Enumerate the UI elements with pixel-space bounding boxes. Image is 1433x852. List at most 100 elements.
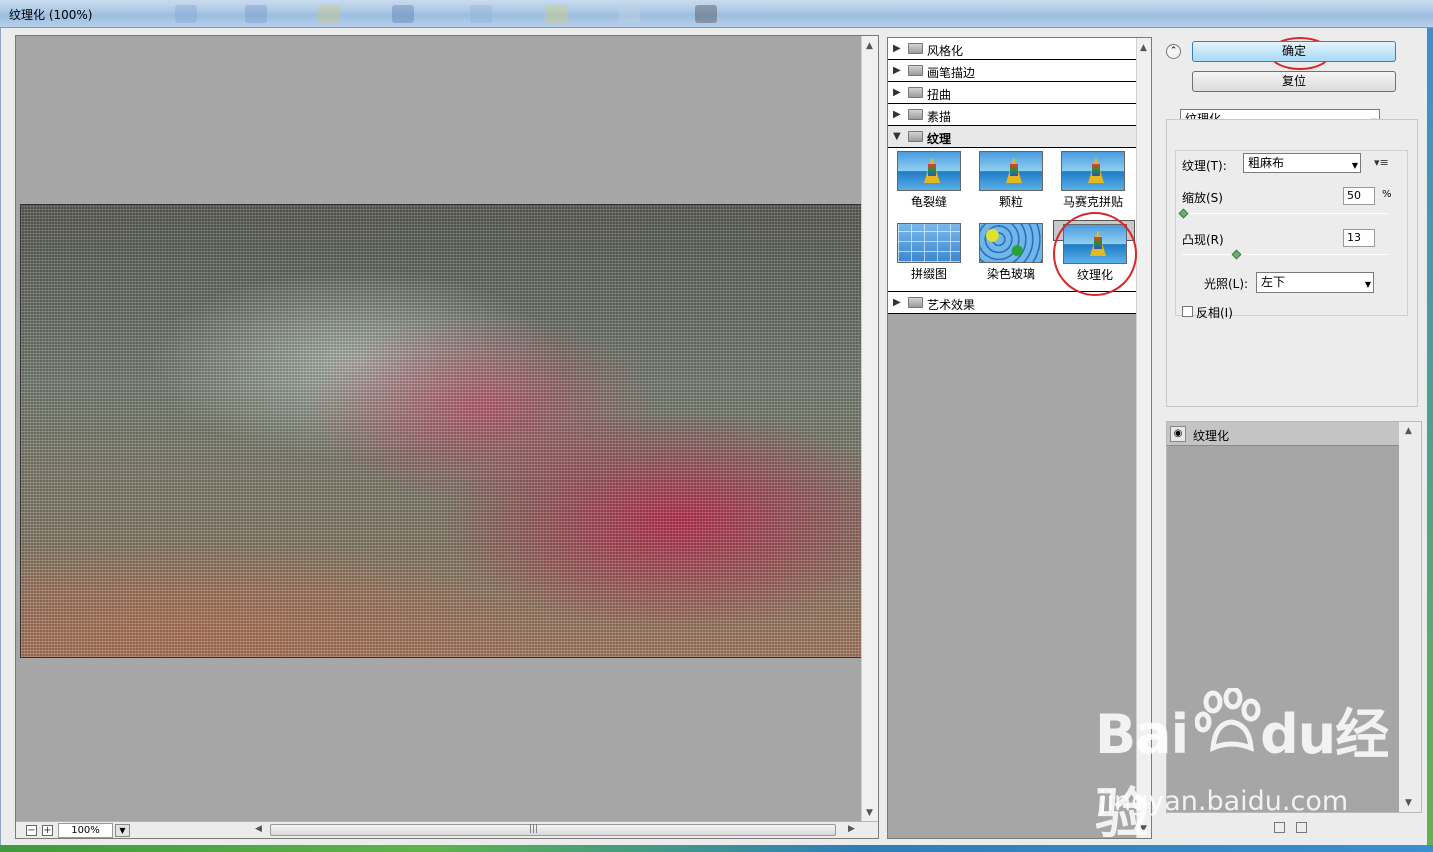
taskbar-ghost-icon xyxy=(695,5,717,23)
preview-panel: ▲ ▼ − + 100% ▼ ◀ ||| ▶ xyxy=(15,35,879,839)
taskbar-ghost-icon xyxy=(545,5,567,23)
scroll-down-icon[interactable]: ▼ xyxy=(1405,798,1412,808)
desktop-edge xyxy=(1427,28,1433,848)
taskbar-ghost-icon xyxy=(245,5,267,23)
relief-slider[interactable] xyxy=(1182,254,1387,255)
filter-thumbnail xyxy=(979,223,1043,263)
category-label: 画笔描边 xyxy=(927,66,976,80)
category-label: 纹理 xyxy=(927,132,952,146)
zoom-out-button[interactable]: − xyxy=(26,825,37,836)
preview-horizontal-scrollbar[interactable]: ◀ ||| ▶ xyxy=(253,824,859,837)
chevron-down-icon: ▼ xyxy=(1351,161,1358,170)
preview-status-bar: − + 100% ▼ ◀ ||| ▶ xyxy=(16,821,878,838)
filter-thumbnail xyxy=(897,223,961,263)
reset-button[interactable]: 复位 xyxy=(1192,71,1396,92)
texture-select-value: 粗麻布 xyxy=(1248,156,1285,170)
filter-category-list: ▶ 风格化 ▶ 画笔描边 ▶ 扭曲 ▶ 素描 ▼ 纹理 龟裂缝 颗粒 马赛克拼贴… xyxy=(888,38,1136,314)
texture-select[interactable]: 粗麻布 ▼ xyxy=(1243,153,1361,173)
light-label: 光照(L): xyxy=(1204,277,1249,291)
category-stylize[interactable]: ▶ 风格化 xyxy=(888,38,1136,60)
relief-slider-thumb[interactable] xyxy=(1231,249,1242,260)
taskbar-ghost-icon xyxy=(175,5,197,23)
folder-icon xyxy=(908,109,923,120)
category-texture[interactable]: ▼ 纹理 xyxy=(888,126,1136,148)
expand-arrow-icon[interactable]: ▶ xyxy=(893,87,901,98)
scale-slider-thumb[interactable] xyxy=(1178,208,1189,219)
category-artistic[interactable]: ▶ 艺术效果 xyxy=(888,292,1136,314)
scroll-up-icon[interactable]: ▲ xyxy=(1405,426,1412,436)
collapse-gallery-icon[interactable]: ⌃ xyxy=(1166,44,1181,59)
category-label: 艺术效果 xyxy=(927,298,976,312)
settings-panel: ⌃ 确定 复位 纹理化 ▼ 纹理(T): 粗麻布 ▼ ▾≡ 缩放(S) 50 %… xyxy=(1160,37,1422,839)
expand-arrow-icon[interactable]: ▶ xyxy=(893,109,901,120)
scale-input[interactable]: 50 xyxy=(1343,187,1375,205)
scale-unit: % xyxy=(1382,189,1392,200)
light-select-value: 左下 xyxy=(1261,275,1286,289)
filter-label: 龟裂缝 xyxy=(910,195,947,209)
filter-thumbnail xyxy=(897,151,961,191)
invert-checkbox[interactable] xyxy=(1182,306,1193,317)
new-effect-layer-icon[interactable] xyxy=(1274,822,1285,833)
filter-stained-glass[interactable]: 染色玻璃 xyxy=(970,220,1052,292)
folder-open-icon xyxy=(908,131,923,142)
taskbar-ghost-icon xyxy=(618,5,640,23)
effect-layers-panel: ◉ 纹理化 ▲ ▼ xyxy=(1166,421,1422,813)
zoom-dropdown-icon[interactable]: ▼ xyxy=(115,824,130,837)
scroll-right-icon[interactable]: ▶ xyxy=(848,824,855,834)
relief-input[interactable]: 13 xyxy=(1343,229,1375,247)
relief-label: 凸现(R) xyxy=(1182,233,1224,247)
scroll-thumb[interactable] xyxy=(270,824,836,836)
filter-mosaic-tiles[interactable]: 马赛克拼贴 xyxy=(1052,148,1134,220)
texture-menu-icon[interactable]: ▾≡ xyxy=(1374,156,1389,169)
delete-effect-layer-icon[interactable] xyxy=(1296,822,1307,833)
title-bar: 纹理化 (100%) xyxy=(0,0,1433,28)
taskbar-ghost-icon xyxy=(470,5,492,23)
filter-thumbnail xyxy=(1063,224,1127,264)
category-distort[interactable]: ▶ 扭曲 xyxy=(888,82,1136,104)
filter-patchwork[interactable]: 拼缀图 xyxy=(888,220,970,292)
preview-image[interactable] xyxy=(20,204,862,658)
light-select[interactable]: 左下 ▼ xyxy=(1256,272,1374,293)
category-brush-strokes[interactable]: ▶ 画笔描边 xyxy=(888,60,1136,82)
category-sketch[interactable]: ▶ 素描 xyxy=(888,104,1136,126)
ok-button[interactable]: 确定 xyxy=(1192,41,1396,62)
scale-label: 缩放(S) xyxy=(1182,191,1223,205)
expand-arrow-icon[interactable]: ▶ xyxy=(893,65,901,76)
eye-icon[interactable]: ◉ xyxy=(1170,426,1186,442)
filter-thumbnail xyxy=(1061,151,1125,191)
scroll-up-icon[interactable]: ▲ xyxy=(1140,43,1147,53)
preview-vertical-scrollbar[interactable]: ▲ ▼ xyxy=(861,36,878,821)
scale-slider[interactable] xyxy=(1182,213,1387,214)
category-label: 扭曲 xyxy=(927,88,952,102)
scroll-left-icon[interactable]: ◀ xyxy=(255,824,262,834)
filter-label: 马赛克拼贴 xyxy=(1062,195,1123,209)
taskbar-ghost-icon xyxy=(318,5,340,23)
filter-options-box: 纹理(T): 粗麻布 ▼ ▾≡ 缩放(S) 50 % 凸现(R) 13 光照(L… xyxy=(1166,119,1418,407)
folder-icon xyxy=(908,65,923,76)
filter-craquelure[interactable]: 龟裂缝 xyxy=(888,148,970,220)
chevron-down-icon: ▼ xyxy=(1364,280,1371,289)
expand-arrow-icon[interactable]: ▶ xyxy=(893,297,901,308)
effect-layer-row[interactable]: ◉ 纹理化 xyxy=(1167,422,1399,446)
collapse-arrow-icon[interactable]: ▼ xyxy=(893,131,901,142)
expand-arrow-icon[interactable]: ▶ xyxy=(893,43,901,54)
zoom-in-button[interactable]: + xyxy=(42,825,53,836)
category-label: 素描 xyxy=(927,110,952,124)
filter-texturizer[interactable]: 纹理化 xyxy=(1053,220,1135,282)
effect-layer-label: 纹理化 xyxy=(1193,429,1230,443)
gallery-scrollbar[interactable]: ▲ ▼ xyxy=(1136,38,1151,838)
scroll-up-icon[interactable]: ▲ xyxy=(866,41,875,51)
scroll-down-icon[interactable]: ▼ xyxy=(1140,824,1147,834)
layers-scrollbar[interactable]: ▲ ▼ xyxy=(1399,422,1421,812)
filter-label: 颗粒 xyxy=(998,195,1023,209)
filter-thumbnail xyxy=(979,151,1043,191)
texture-filter-thumbnails: 龟裂缝 颗粒 马赛克拼贴 拼缀图 染色玻璃 纹理化 xyxy=(888,148,1136,292)
filter-grain[interactable]: 颗粒 xyxy=(970,148,1052,220)
folder-icon xyxy=(908,297,923,308)
filter-label: 纹理化 xyxy=(1076,268,1113,282)
scroll-down-icon[interactable]: ▼ xyxy=(866,808,875,818)
desktop-edge xyxy=(0,845,1433,852)
folder-icon xyxy=(908,87,923,98)
zoom-level-field[interactable]: 100% xyxy=(58,823,113,838)
window-title: 纹理化 (100%) xyxy=(9,8,93,22)
